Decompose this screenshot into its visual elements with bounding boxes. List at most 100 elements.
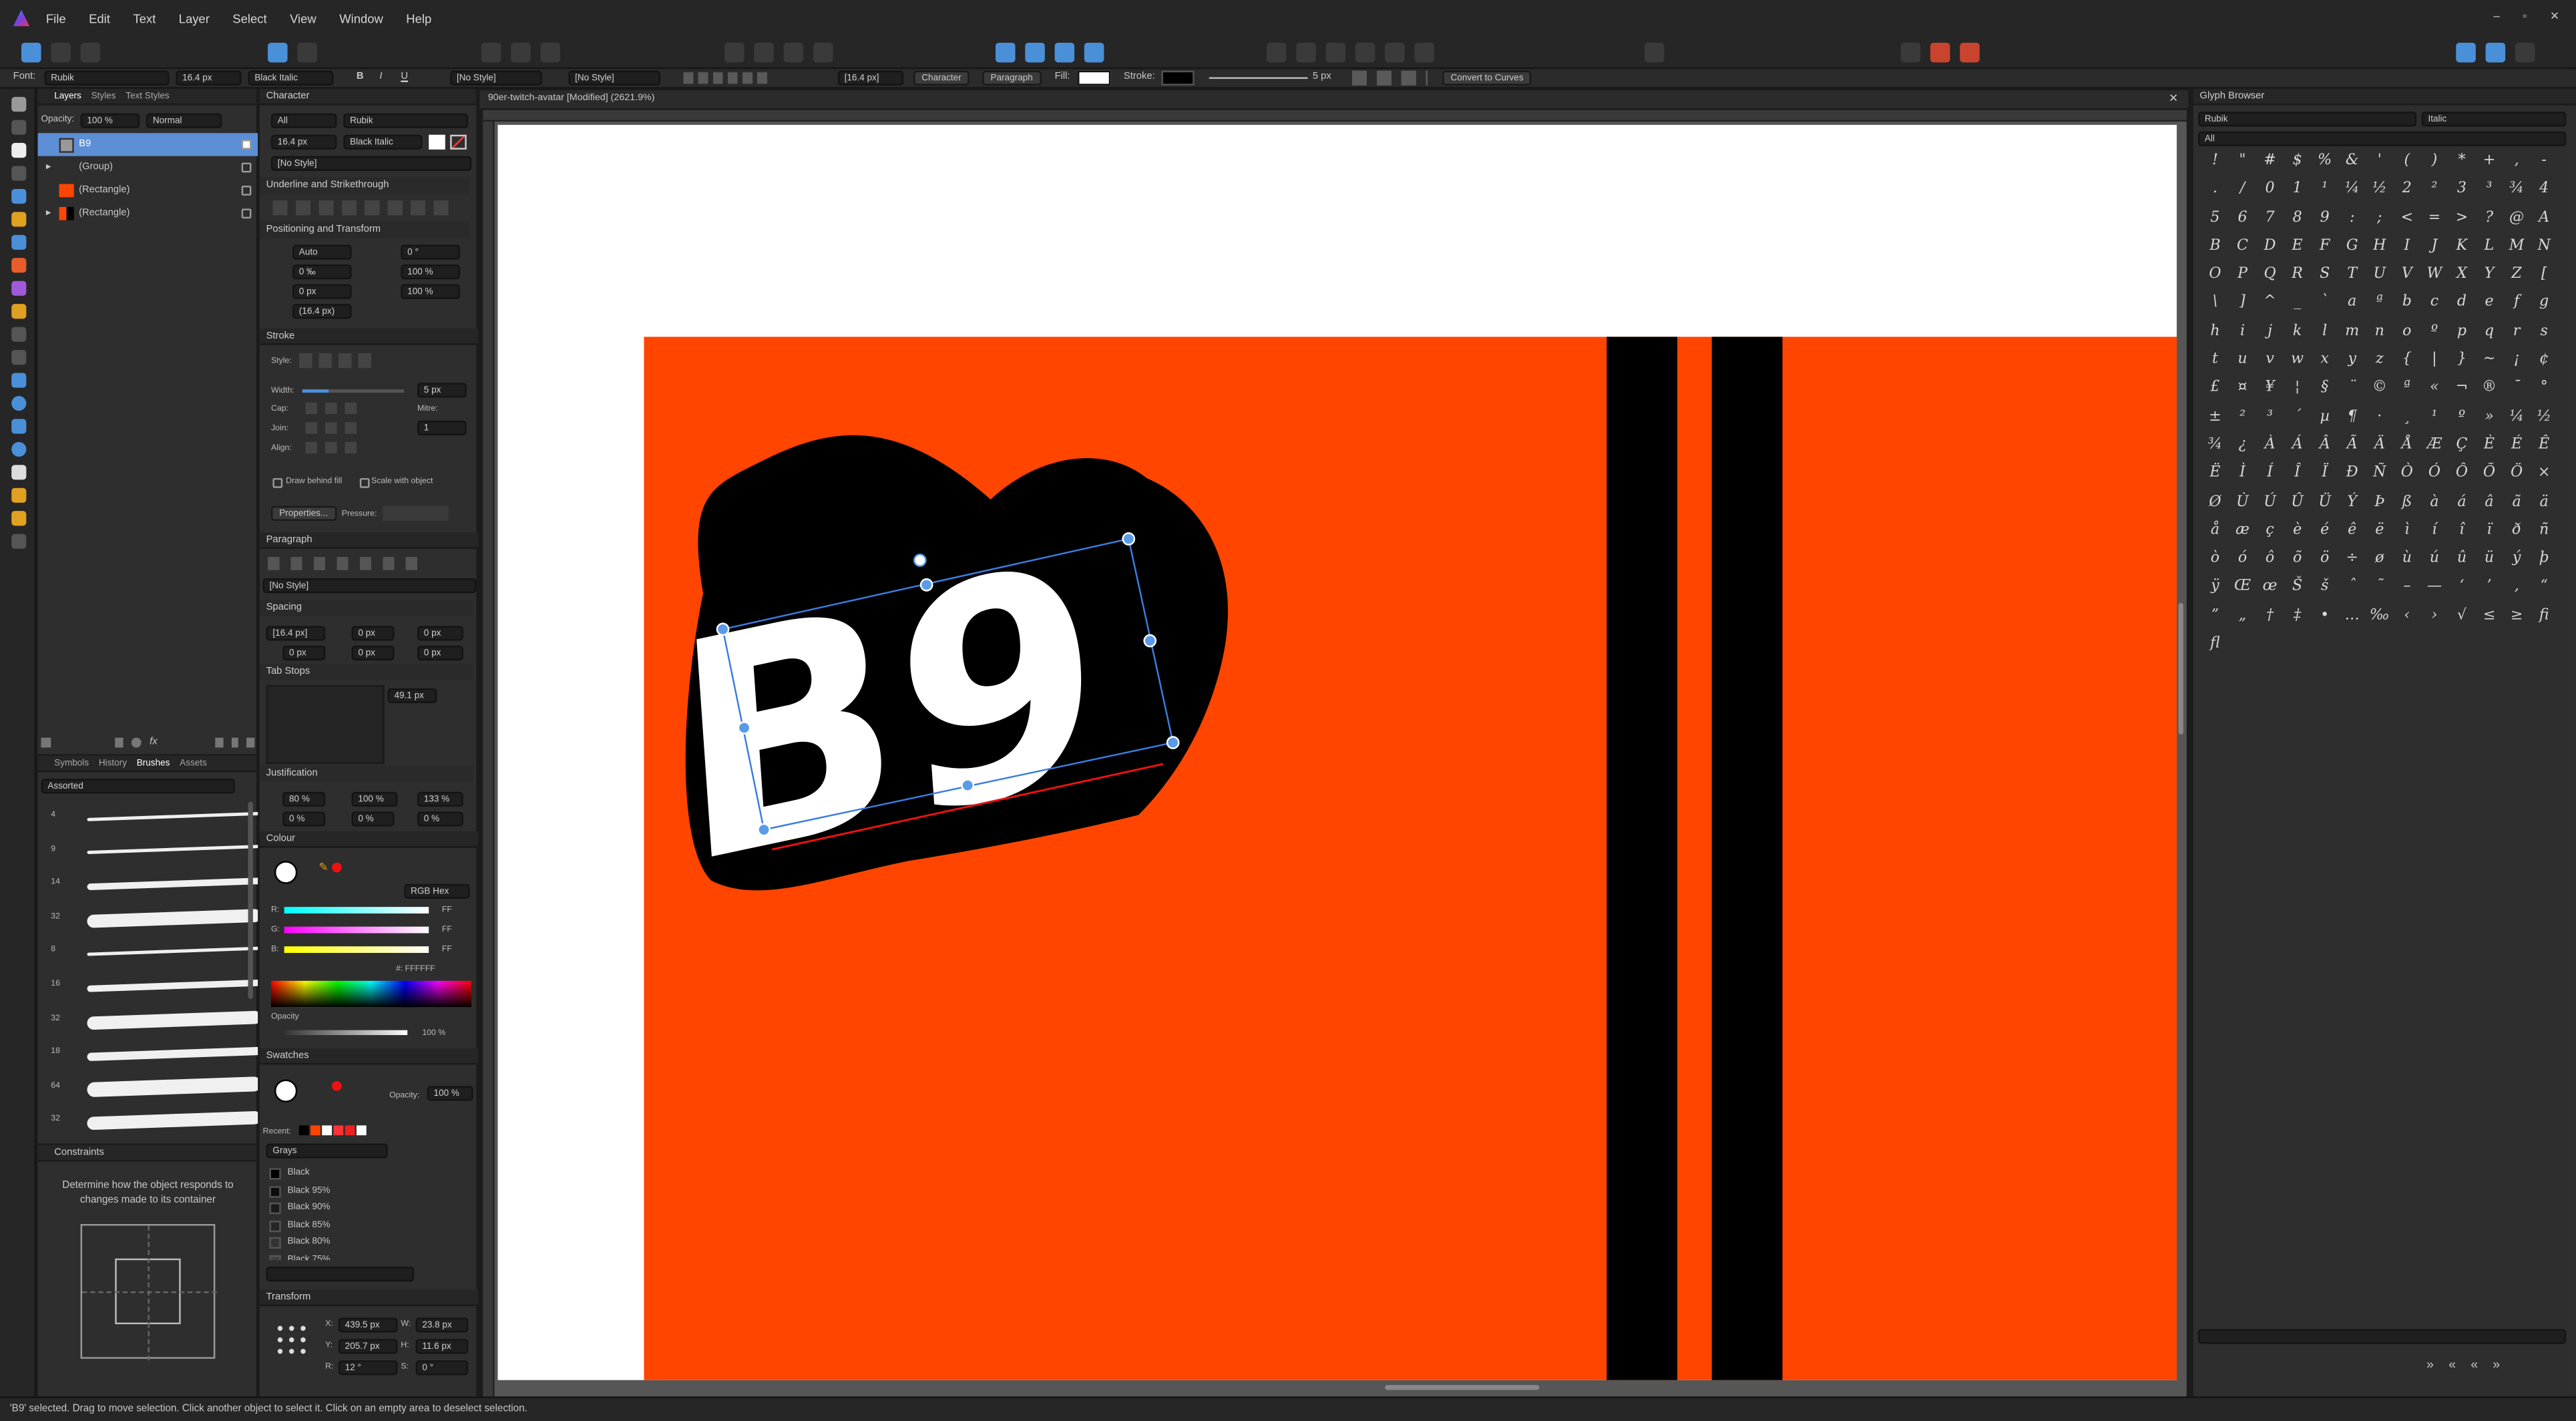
glyph-cell[interactable]: ³	[2476, 176, 2503, 205]
glyph-cell[interactable]: ê	[2338, 518, 2366, 546]
paragraph-style-select[interactable]: [No Style]	[262, 578, 477, 594]
magnet-icon[interactable]	[1960, 42, 1980, 63]
glyph-nav-button[interactable]: »	[2426, 1357, 2434, 1372]
glyph-cell[interactable]: e	[2476, 290, 2503, 319]
glyph-cell[interactable]: ?	[2476, 205, 2503, 234]
view-mode-2-icon[interactable]	[297, 42, 317, 63]
glyph-cell[interactable]: (	[2393, 148, 2420, 176]
glyph-cell[interactable]: n	[2366, 319, 2393, 347]
glyph-cell[interactable]: ö	[2311, 546, 2338, 574]
glyph-cell[interactable]: ò	[2201, 546, 2229, 574]
glyph-cell[interactable]: C	[2229, 233, 2256, 262]
colour-model-select[interactable]: RGB Hex	[404, 883, 470, 899]
glyph-cell[interactable]: H	[2366, 233, 2393, 262]
glyph-cell[interactable]: ²	[2229, 403, 2256, 432]
stroke-width-slider[interactable]	[1209, 77, 1308, 79]
text-fill-swatch[interactable]	[429, 134, 445, 150]
glyph-cell[interactable]: Â	[2311, 432, 2338, 461]
swatch-row[interactable]: Black 75%	[264, 1251, 461, 1261]
positioning-section[interactable]: Positioning and Transform	[259, 222, 470, 238]
font-size-field[interactable]: 16.4 px	[176, 70, 242, 85]
glyph-cell[interactable]: Ê	[2531, 432, 2558, 461]
glyph-cell[interactable]: “	[2531, 574, 2558, 603]
crop-tool-icon[interactable]	[11, 350, 27, 365]
palette-select[interactable]: Grays	[266, 1143, 388, 1159]
designer-persona-icon[interactable]	[21, 42, 41, 63]
swatch-recent-dot[interactable]	[332, 1080, 342, 1091]
glyph-cell[interactable]: ¿	[2229, 432, 2256, 461]
zoom-tool-icon[interactable]	[11, 534, 27, 549]
glyph-cell[interactable]: c	[2420, 290, 2448, 319]
glyph-cell[interactable]: å	[2201, 518, 2229, 546]
brush-preset[interactable]	[81, 1038, 281, 1070]
glyph-cell[interactable]: N	[2531, 233, 2558, 262]
glyph-cell[interactable]: Ï	[2311, 461, 2338, 489]
glyph-cell[interactable]: ø	[2366, 546, 2393, 574]
text-frame-icons[interactable]	[1351, 70, 1428, 85]
glyph-cell[interactable]: Ú	[2256, 489, 2284, 518]
glyph-cell[interactable]: P	[2229, 262, 2256, 290]
stroke-swatch[interactable]	[1161, 70, 1195, 85]
glyph-nav-button[interactable]: «	[2471, 1357, 2478, 1372]
glyph-cell[interactable]: à	[2420, 489, 2448, 518]
first-indent-field[interactable]: 0 px	[417, 645, 463, 661]
glyph-cell[interactable]: }	[2448, 347, 2475, 375]
vertical-scrollbar[interactable]	[2178, 602, 2183, 735]
swatch-opacity-field[interactable]: 100 %	[427, 1086, 473, 1101]
group-layer-icon[interactable]	[230, 737, 239, 748]
color-picker-tool-icon[interactable]	[11, 487, 27, 503]
user-icon[interactable]	[2515, 42, 2535, 63]
glyph-cell[interactable]: √	[2448, 602, 2475, 631]
glyph-search[interactable]	[2198, 1329, 2567, 1344]
glyph-cell[interactable]: …	[2338, 602, 2366, 631]
glyph-cell[interactable]: ‰	[2366, 602, 2393, 631]
brushes-scrollbar[interactable]	[248, 801, 253, 999]
anchor-point-selector[interactable]	[274, 1322, 308, 1356]
glyph-cell[interactable]: Ö	[2503, 461, 2531, 489]
spacing-section[interactable]: Spacing	[259, 600, 473, 616]
glyph-cell[interactable]: &	[2338, 148, 2366, 176]
b-slider[interactable]	[284, 946, 429, 954]
colour-spectrum[interactable]	[270, 980, 472, 1008]
horizontal-scale-field[interactable]: 100 %	[401, 284, 460, 299]
place-image-tool-icon[interactable]	[11, 327, 27, 342]
layer-row[interactable]: ▸ (Rectangle)	[38, 202, 258, 225]
glyph-cell[interactable]: È	[2476, 432, 2503, 461]
glyph-cell[interactable]: E	[2284, 233, 2311, 262]
glyph-cell[interactable]: o	[2393, 319, 2420, 347]
glyph-cell[interactable]: s	[2531, 319, 2558, 347]
glyph-cell[interactable]: ð	[2503, 518, 2531, 546]
leading-field[interactable]: [16.4 px]	[837, 70, 904, 85]
glyph-cell[interactable]: ¥	[2256, 375, 2284, 404]
glyph-cell[interactable]: Ç	[2448, 432, 2475, 461]
stroke-width-track[interactable]	[302, 389, 405, 393]
glyph-cell[interactable]: b	[2393, 290, 2420, 319]
swatch-row[interactable]: Black 90%	[264, 1199, 461, 1217]
glyph-cell[interactable]: ³	[2256, 403, 2284, 432]
layer-visibility-checkbox[interactable]	[241, 186, 252, 196]
cap-buttons[interactable]	[305, 402, 359, 415]
glyph-cell[interactable]: í	[2420, 518, 2448, 546]
layer-row[interactable]: ▸ (Group)	[38, 156, 258, 179]
glyph-cell[interactable]: "	[2229, 148, 2256, 176]
layer-visibility-checkbox[interactable]	[241, 162, 252, 173]
close-document-icon[interactable]: ✕	[2169, 92, 2178, 105]
underline-buttons[interactable]	[272, 200, 457, 216]
rectangle-tool-icon[interactable]	[11, 373, 27, 388]
glyph-cell[interactable]: g	[2531, 290, 2558, 319]
glyph-cell[interactable]: [	[2531, 262, 2558, 290]
glyph-cell[interactable]: I	[2393, 233, 2420, 262]
glyph-cell[interactable]: Ë	[2201, 461, 2229, 489]
glyph-cell[interactable]: M	[2503, 233, 2531, 262]
glyph-cell[interactable]: _	[2284, 290, 2311, 319]
glyph-cell[interactable]: ó	[2229, 546, 2256, 574]
glyph-cell[interactable]: Ô	[2448, 461, 2475, 489]
glyph-cell[interactable]: d	[2448, 290, 2475, 319]
glyph-cell[interactable]: +	[2476, 148, 2503, 176]
glyph-cell[interactable]: F	[2311, 233, 2338, 262]
snapping-grid-icon[interactable]	[1900, 42, 1921, 63]
preferences-icon[interactable]	[2485, 42, 2506, 63]
glyph-cell[interactable]: 3	[2448, 176, 2475, 205]
char-leading-field[interactable]: (16.4 px)	[292, 304, 352, 319]
swatch-row[interactable]: Black 80%	[264, 1234, 461, 1251]
